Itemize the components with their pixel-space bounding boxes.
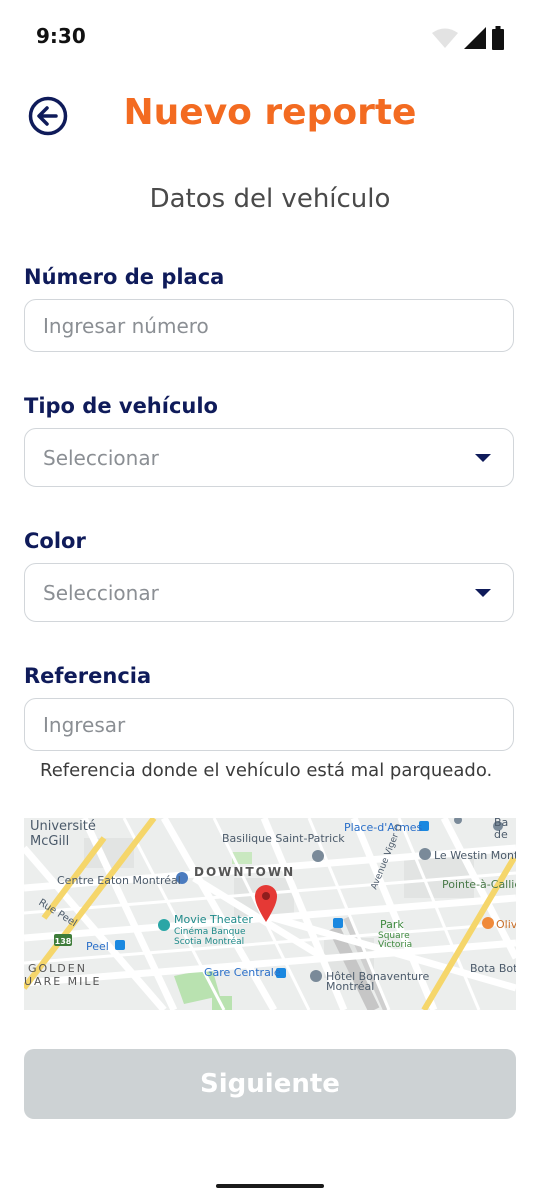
map-label: Place-d'Armes [344, 821, 423, 834]
map-label: Movie Theater [174, 913, 253, 926]
app-header: Nuevo reporte [0, 86, 540, 150]
battery-icon [492, 26, 504, 50]
metro-icon [115, 940, 125, 950]
plate-placeholder: Ingresar número [43, 314, 209, 338]
map-label: de [494, 828, 508, 841]
hotel-icon [419, 848, 431, 860]
color-label: Color [24, 529, 86, 553]
map-label: GOLDEN [28, 962, 87, 975]
chevron-down-icon [475, 589, 491, 597]
metro-icon [333, 918, 343, 928]
map-label: Victoria [378, 940, 412, 950]
next-button[interactable]: Siguiente [24, 1049, 516, 1119]
reference-placeholder: Ingresar [43, 713, 126, 737]
chevron-down-icon [475, 454, 491, 462]
page-title: Nuevo reporte [123, 92, 417, 133]
map-label: DOWNTOWN [194, 865, 295, 879]
section-title: Datos del vehículo [149, 184, 391, 214]
wifi-icon [432, 28, 458, 48]
plate-label: Número de placa [24, 265, 225, 289]
map-label: McGill [30, 834, 69, 849]
map-label: Pointe-à-Callié [442, 878, 516, 891]
reference-label: Referencia [24, 664, 152, 688]
status-time: 9:30 [36, 24, 86, 48]
reference-input[interactable]: Ingresar [24, 698, 514, 751]
map-label: Centre Eaton Montréal [57, 874, 181, 887]
map-label: Bota Bota [470, 962, 516, 975]
map-label: Montréal [326, 980, 374, 993]
system-icons [432, 26, 504, 50]
map-label: Oliv [496, 918, 516, 931]
color-placeholder: Seleccionar [43, 581, 159, 605]
color-select[interactable]: Seleccionar [24, 563, 514, 622]
map-label: Basilique Saint-Patrick [222, 832, 345, 845]
reference-hint: Referencia donde el vehículo está mal pa… [40, 760, 493, 781]
map-label: Gare Centrale [204, 966, 281, 979]
location-map[interactable]: 138 Université McGill Basilique Saint-Pa… [24, 818, 516, 1010]
map-label: Peel [86, 940, 109, 953]
map-label: Université [30, 819, 96, 834]
map-label: Le Westin Mont [434, 849, 516, 862]
vehicle-type-label: Tipo de vehículo [24, 394, 218, 418]
restaurant-icon [482, 917, 494, 929]
map-label: Cinéma Banque [174, 926, 246, 937]
signal-icon [464, 27, 486, 49]
home-indicator[interactable] [216, 1184, 324, 1188]
map-label: Scotia Montréal [174, 936, 244, 947]
church-icon [312, 850, 324, 862]
hotel-icon [310, 970, 322, 982]
plate-input[interactable]: Ingresar número [24, 299, 514, 352]
map-label: Park [380, 918, 404, 931]
vehicle-type-placeholder: Seleccionar [43, 446, 159, 470]
map-label: UARE MILE [24, 975, 101, 988]
vehicle-type-select[interactable]: Seleccionar [24, 428, 514, 487]
theater-icon [158, 919, 170, 931]
route-shield-label: 138 [55, 937, 72, 946]
status-bar: 9:30 [0, 0, 540, 72]
